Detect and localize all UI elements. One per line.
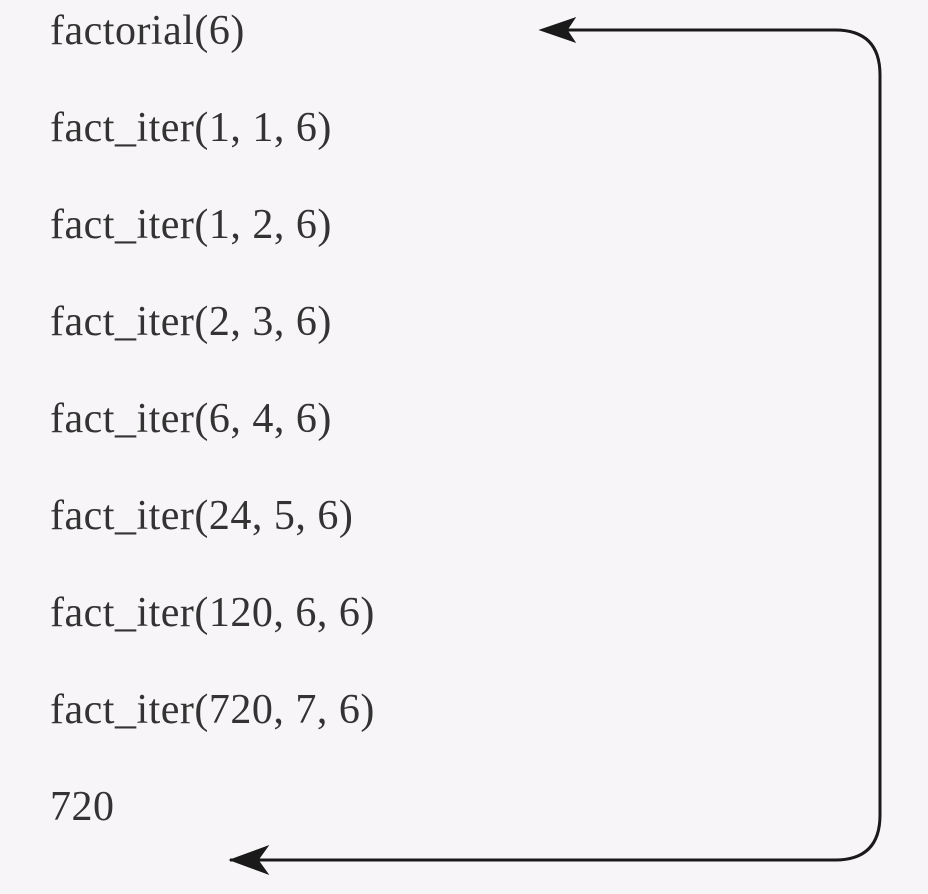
trace-list: factorial(6) fact_iter(1, 1, 6) fact_ite…	[50, 10, 375, 828]
trace-line: 720	[50, 786, 375, 828]
trace-line: fact_iter(1, 1, 6)	[50, 107, 375, 149]
trace-line: fact_iter(720, 7, 6)	[50, 689, 375, 731]
trace-line: fact_iter(120, 6, 6)	[50, 592, 375, 634]
trace-line: fact_iter(1, 2, 6)	[50, 204, 375, 246]
trace-line: fact_iter(24, 5, 6)	[50, 495, 375, 537]
trace-line: fact_iter(6, 4, 6)	[50, 398, 375, 440]
trace-line: fact_iter(2, 3, 6)	[50, 301, 375, 343]
trace-line: factorial(6)	[50, 10, 375, 52]
